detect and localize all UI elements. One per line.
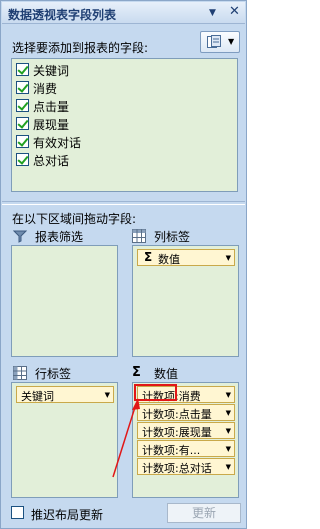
- annotation-arrow: [112, 398, 140, 478]
- defer-update-checkbox[interactable]: [11, 506, 24, 519]
- pivot-field-list-panel: 数据透视表字段列表 ▼ ✕ 选择要添加到报表的字段: ▼ 关键词 消费 点击量 …: [0, 0, 247, 529]
- update-button[interactable]: 更新: [167, 503, 241, 523]
- defer-update-label: 推迟布局更新: [31, 508, 104, 522]
